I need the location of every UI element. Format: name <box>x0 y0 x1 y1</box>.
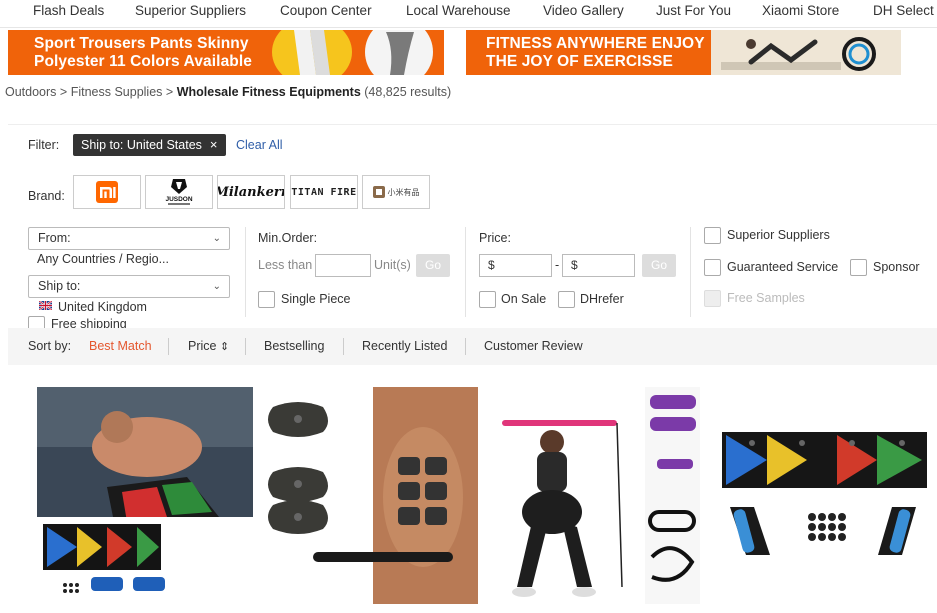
sort-by-label: Sort by: <box>28 339 72 353</box>
divider <box>245 227 246 317</box>
product-image-ems-trainer[interactable] <box>263 387 478 604</box>
nav-video-gallery[interactable]: Video Gallery <box>543 3 624 18</box>
free-samples-checkbox <box>704 290 721 307</box>
banner-sport-trousers[interactable]: Sport Trousers Pants Skinny Polyester 11… <box>8 30 444 75</box>
brand-xiaomi-youpin[interactable]: 小米有品 <box>362 175 430 209</box>
banner-left-text: Sport Trousers Pants Skinny Polyester 11… <box>34 35 252 70</box>
sort-bar: Sort by: Best Match Price ⇕ Bestselling … <box>8 328 937 365</box>
nav-superior-suppliers[interactable]: Superior Suppliers <box>135 3 246 18</box>
dhrefer-label[interactable]: DHrefer <box>580 292 624 306</box>
ems-trainer-image <box>263 387 478 604</box>
on-sale-checkbox[interactable] <box>479 291 496 308</box>
breadcrumb-fitness-supplies[interactable]: Fitness Supplies <box>71 85 163 99</box>
sort-best-match[interactable]: Best Match <box>89 339 152 353</box>
sort-recently-listed[interactable]: Recently Listed <box>362 339 447 353</box>
youpin-logo-icon <box>372 186 385 198</box>
pushup-board-kit-image <box>712 387 937 604</box>
brand-xiaomi[interactable] <box>73 175 141 209</box>
guaranteed-service-checkbox[interactable] <box>704 259 721 276</box>
unit-label: Unit(s) <box>374 258 411 272</box>
brand-label: Brand: <box>28 189 65 203</box>
dhrefer-checkbox[interactable] <box>558 291 575 308</box>
min-order-input[interactable] <box>315 254 371 277</box>
sort-customer-review[interactable]: Customer Review <box>484 339 583 353</box>
on-sale-label[interactable]: On Sale <box>501 292 546 306</box>
superior-suppliers-checkbox[interactable] <box>704 227 721 244</box>
price-min-input[interactable]: $ <box>479 254 552 277</box>
sponsor-label[interactable]: Sponsor <box>873 260 920 274</box>
ship-to-value: United Kingdom <box>58 300 147 314</box>
banner-right-text: FITNESS ANYWHERE ENJOY THE JOY OF EXERCI… <box>486 35 705 70</box>
svg-text:JUSDON: JUSDON <box>165 196 192 203</box>
nav-xiaomi-store[interactable]: Xiaomi Store <box>762 3 839 18</box>
top-navigation: Flash Deals Superior Suppliers Coupon Ce… <box>0 0 937 28</box>
titan-fire-logo-text: TITAN FIRE <box>291 186 357 198</box>
ship-to-select[interactable]: Ship to: ⌄ <box>28 275 230 298</box>
ship-to-chip-label: Ship to: United States <box>81 138 202 152</box>
sort-bestselling[interactable]: Bestselling <box>264 339 324 353</box>
brand-titan-fire[interactable]: TITAN FIRE <box>290 175 358 209</box>
uk-flag-icon <box>39 301 52 310</box>
price-label: Price: <box>479 231 511 245</box>
nav-just-for-you[interactable]: Just For You <box>656 3 731 18</box>
brand-milankerr[interactable]: Milankerr <box>217 175 285 209</box>
pilates-bar-image <box>492 387 700 604</box>
milankerr-logo-text: Milankerr <box>217 184 285 200</box>
nav-local-warehouse[interactable]: Local Warehouse <box>406 3 511 18</box>
divider <box>465 227 466 317</box>
divider <box>168 338 169 355</box>
product-image-pushup-board-kit[interactable] <box>712 387 937 604</box>
from-select[interactable]: From: ⌄ <box>28 227 230 250</box>
sort-arrows-icon: ⇕ <box>219 341 230 353</box>
from-value: Any Countries / Regio... <box>37 252 170 266</box>
close-icon[interactable]: × <box>210 137 218 152</box>
single-piece-label[interactable]: Single Piece <box>281 292 351 306</box>
breadcrumb-outdoors[interactable]: Outdoors <box>5 85 56 99</box>
pushup-board-image <box>37 387 253 600</box>
product-image-pushup-board[interactable] <box>37 387 253 600</box>
clear-all-link[interactable]: Clear All <box>236 138 283 152</box>
xiaomi-logo-icon <box>96 181 118 203</box>
free-samples-label: Free Samples <box>727 291 805 305</box>
price-max-input[interactable]: $ <box>562 254 635 277</box>
youpin-logo-text: 小米有品 <box>387 187 420 197</box>
divider <box>245 338 246 355</box>
min-order-go-button[interactable]: Go <box>416 254 450 277</box>
product-image-pilates-bar[interactable] <box>492 387 700 604</box>
less-than-label: Less than <box>258 258 313 272</box>
sort-price[interactable]: Price ⇕ <box>188 339 229 353</box>
breadcrumb-separator: > <box>59 85 68 99</box>
guaranteed-service-label[interactable]: Guaranteed Service <box>727 260 838 274</box>
min-order-label: Min.Order: <box>258 231 318 245</box>
trousers-model-image <box>272 30 433 75</box>
sponsor-checkbox[interactable] <box>850 259 867 276</box>
filter-label: Filter: <box>28 138 60 152</box>
superior-suppliers-label[interactable]: Superior Suppliers <box>727 228 830 242</box>
single-piece-checkbox[interactable] <box>258 291 275 308</box>
exercise-model-image <box>711 30 901 75</box>
breadcrumb-separator: > <box>165 85 174 99</box>
divider <box>343 338 344 355</box>
results-count: (48,825 results) <box>364 85 452 99</box>
breadcrumb-current: Wholesale Fitness Equipments <box>176 85 361 99</box>
nav-dh-select[interactable]: DH Select <box>873 3 934 18</box>
nav-flash-deals[interactable]: Flash Deals <box>33 3 104 18</box>
price-dash: - <box>555 258 560 272</box>
chevron-down-icon: ⌄ <box>212 281 221 292</box>
chevron-down-icon: ⌄ <box>212 233 221 244</box>
divider <box>465 338 466 355</box>
price-go-button[interactable]: Go <box>642 254 676 277</box>
banner-fitness-anywhere[interactable]: FITNESS ANYWHERE ENJOY THE JOY OF EXERCI… <box>466 30 901 75</box>
jusdon-logo-icon: JUSDON <box>165 179 193 205</box>
filter-panel: Filter: Ship to: United States × Clear Al… <box>8 124 937 333</box>
ship-to-chip[interactable]: Ship to: United States × <box>73 134 226 156</box>
breadcrumb: Outdoors > Fitness Supplies > Wholesale … <box>5 85 451 99</box>
brand-jusdon[interactable]: JUSDON <box>145 175 213 209</box>
nav-coupon-center[interactable]: Coupon Center <box>280 3 372 18</box>
divider <box>690 227 691 317</box>
